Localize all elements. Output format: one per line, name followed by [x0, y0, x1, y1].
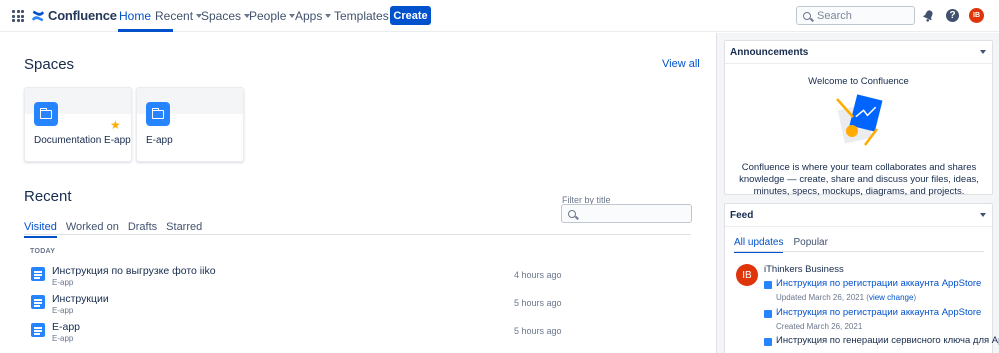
nav-templates-label: Templates — [334, 9, 389, 23]
notifications-icon[interactable] — [922, 9, 935, 22]
view-change-link[interactable]: view change — [869, 293, 913, 302]
search-icon — [568, 209, 576, 218]
page-icon — [31, 295, 45, 309]
announcements-title: Announcements — [730, 46, 809, 58]
help-icon[interactable]: ? — [946, 9, 959, 22]
view-all-link[interactable]: View all — [662, 58, 700, 70]
feed-meta-text: Updated March 26, 2021 ( — [776, 293, 869, 302]
nav-recent-label: Recent — [155, 9, 194, 23]
announcements-header[interactable]: Announcements — [725, 41, 992, 64]
recent-item-time: 5 hours ago — [514, 298, 562, 308]
feed-tabs-divider — [734, 251, 984, 252]
nav-recent[interactable]: Recent — [155, 9, 203, 23]
nav-apps-label: Apps — [295, 9, 323, 23]
recent-item-space: E-app — [52, 278, 74, 287]
recent-item-title[interactable]: E-app — [52, 321, 80, 333]
nav-active-indicator — [118, 29, 173, 32]
welcome-title: Welcome to Confluence — [808, 76, 909, 87]
search-input[interactable]: Search — [796, 6, 915, 25]
page-icon — [764, 310, 772, 318]
logo-text: Confluence — [48, 8, 117, 23]
space-card-e-app[interactable]: E-app — [136, 87, 244, 162]
group-label-today: TODAY — [30, 248, 56, 255]
page-icon — [31, 323, 45, 337]
avatar[interactable]: IB — [969, 8, 984, 23]
tab-visited[interactable]: Visited — [24, 221, 57, 238]
recent-item-time: 5 hours ago — [514, 326, 562, 336]
search-placeholder: Search — [817, 9, 852, 22]
search-icon — [803, 11, 811, 20]
spaces-heading: Spaces — [24, 56, 75, 73]
recent-item-title[interactable]: Инструкции — [52, 293, 109, 305]
chevron-down-icon[interactable] — [980, 213, 986, 217]
chevron-down-icon[interactable] — [980, 50, 986, 54]
confluence-logo[interactable]: Confluence — [31, 8, 117, 23]
nav-apps[interactable]: Apps — [295, 9, 332, 23]
tab-worked-on[interactable]: Worked on — [66, 221, 119, 238]
chevron-down-icon — [325, 14, 332, 18]
page-icon — [31, 267, 45, 281]
create-button[interactable]: Create — [390, 6, 431, 25]
feed-user-name[interactable]: iThinkers Business — [764, 264, 844, 275]
confluence-logo-icon — [31, 10, 45, 21]
recent-item-space: E-app — [52, 306, 74, 315]
recent-item-time: 4 hours ago — [514, 270, 562, 280]
recent-item-space: E-app — [52, 334, 74, 343]
space-card-name: Documentation E-app — [34, 135, 131, 146]
space-folder-icon — [146, 102, 170, 126]
nav-people-label: People — [249, 9, 287, 23]
right-sidebar: Announcements Welcome to Confluence Conf… — [716, 33, 999, 353]
tab-drafts[interactable]: Drafts — [128, 221, 157, 238]
recent-item[interactable]: Инструкции E-app 5 hours ago — [24, 293, 564, 319]
recent-item-title[interactable]: Инструкция по выгрузке фото iiko — [52, 265, 216, 277]
page-icon — [764, 281, 772, 289]
recent-heading: Recent — [24, 188, 72, 205]
star-icon[interactable]: ★ — [110, 118, 121, 132]
top-navigation: Confluence Home Recent Spaces People App… — [0, 0, 999, 32]
feed-item-title[interactable]: Инструкция по регистрации аккаунта AppSt… — [776, 307, 981, 318]
announcements-panel: Announcements Welcome to Confluence Conf… — [724, 40, 993, 197]
feed-title: Feed — [730, 209, 754, 221]
recent-tabs: Visited Worked on Drafts Starred — [24, 221, 211, 238]
feed-item-title[interactable]: Инструкция по генерации сервисного ключа… — [776, 335, 999, 346]
feed-item-meta: Updated March 26, 2021 (view change) — [776, 293, 916, 302]
space-card-documentation[interactable]: Documentation E-app ★ — [24, 87, 132, 162]
filter-by-title-input[interactable] — [561, 204, 692, 223]
nav-home[interactable]: Home — [119, 9, 151, 23]
space-folder-icon — [34, 102, 58, 126]
announcement-text: Confluence is where your team collaborat… — [739, 162, 979, 197]
avatar[interactable]: IB — [736, 264, 758, 286]
welcome-illustration-icon — [836, 94, 883, 146]
nav-spaces-label: Spaces — [201, 9, 242, 23]
nav-home-label: Home — [119, 9, 152, 23]
feed-panel: Feed All updates Popular IB iThinkers Bu… — [724, 203, 999, 353]
tabs-divider — [24, 234, 691, 235]
recent-item[interactable]: Инструкция по выгрузке фото iiko E-app 4… — [24, 265, 564, 291]
page-icon — [764, 338, 772, 346]
nav-spaces[interactable]: Spaces — [201, 9, 251, 23]
feed-header[interactable]: Feed — [725, 204, 992, 227]
nav-templates[interactable]: Templates — [334, 9, 389, 23]
app-switcher-icon[interactable] — [12, 10, 24, 22]
feed-item-title[interactable]: Инструкция по регистрации аккаунта AppSt… — [776, 278, 981, 289]
space-card-name: E-app — [146, 135, 173, 146]
tab-starred[interactable]: Starred — [166, 221, 202, 238]
recent-item[interactable]: E-app E-app 5 hours ago — [24, 321, 564, 347]
nav-people[interactable]: People — [249, 9, 296, 23]
feed-meta-end: ) — [913, 293, 917, 302]
feed-item-meta: Created March 26, 2021 — [776, 322, 863, 331]
